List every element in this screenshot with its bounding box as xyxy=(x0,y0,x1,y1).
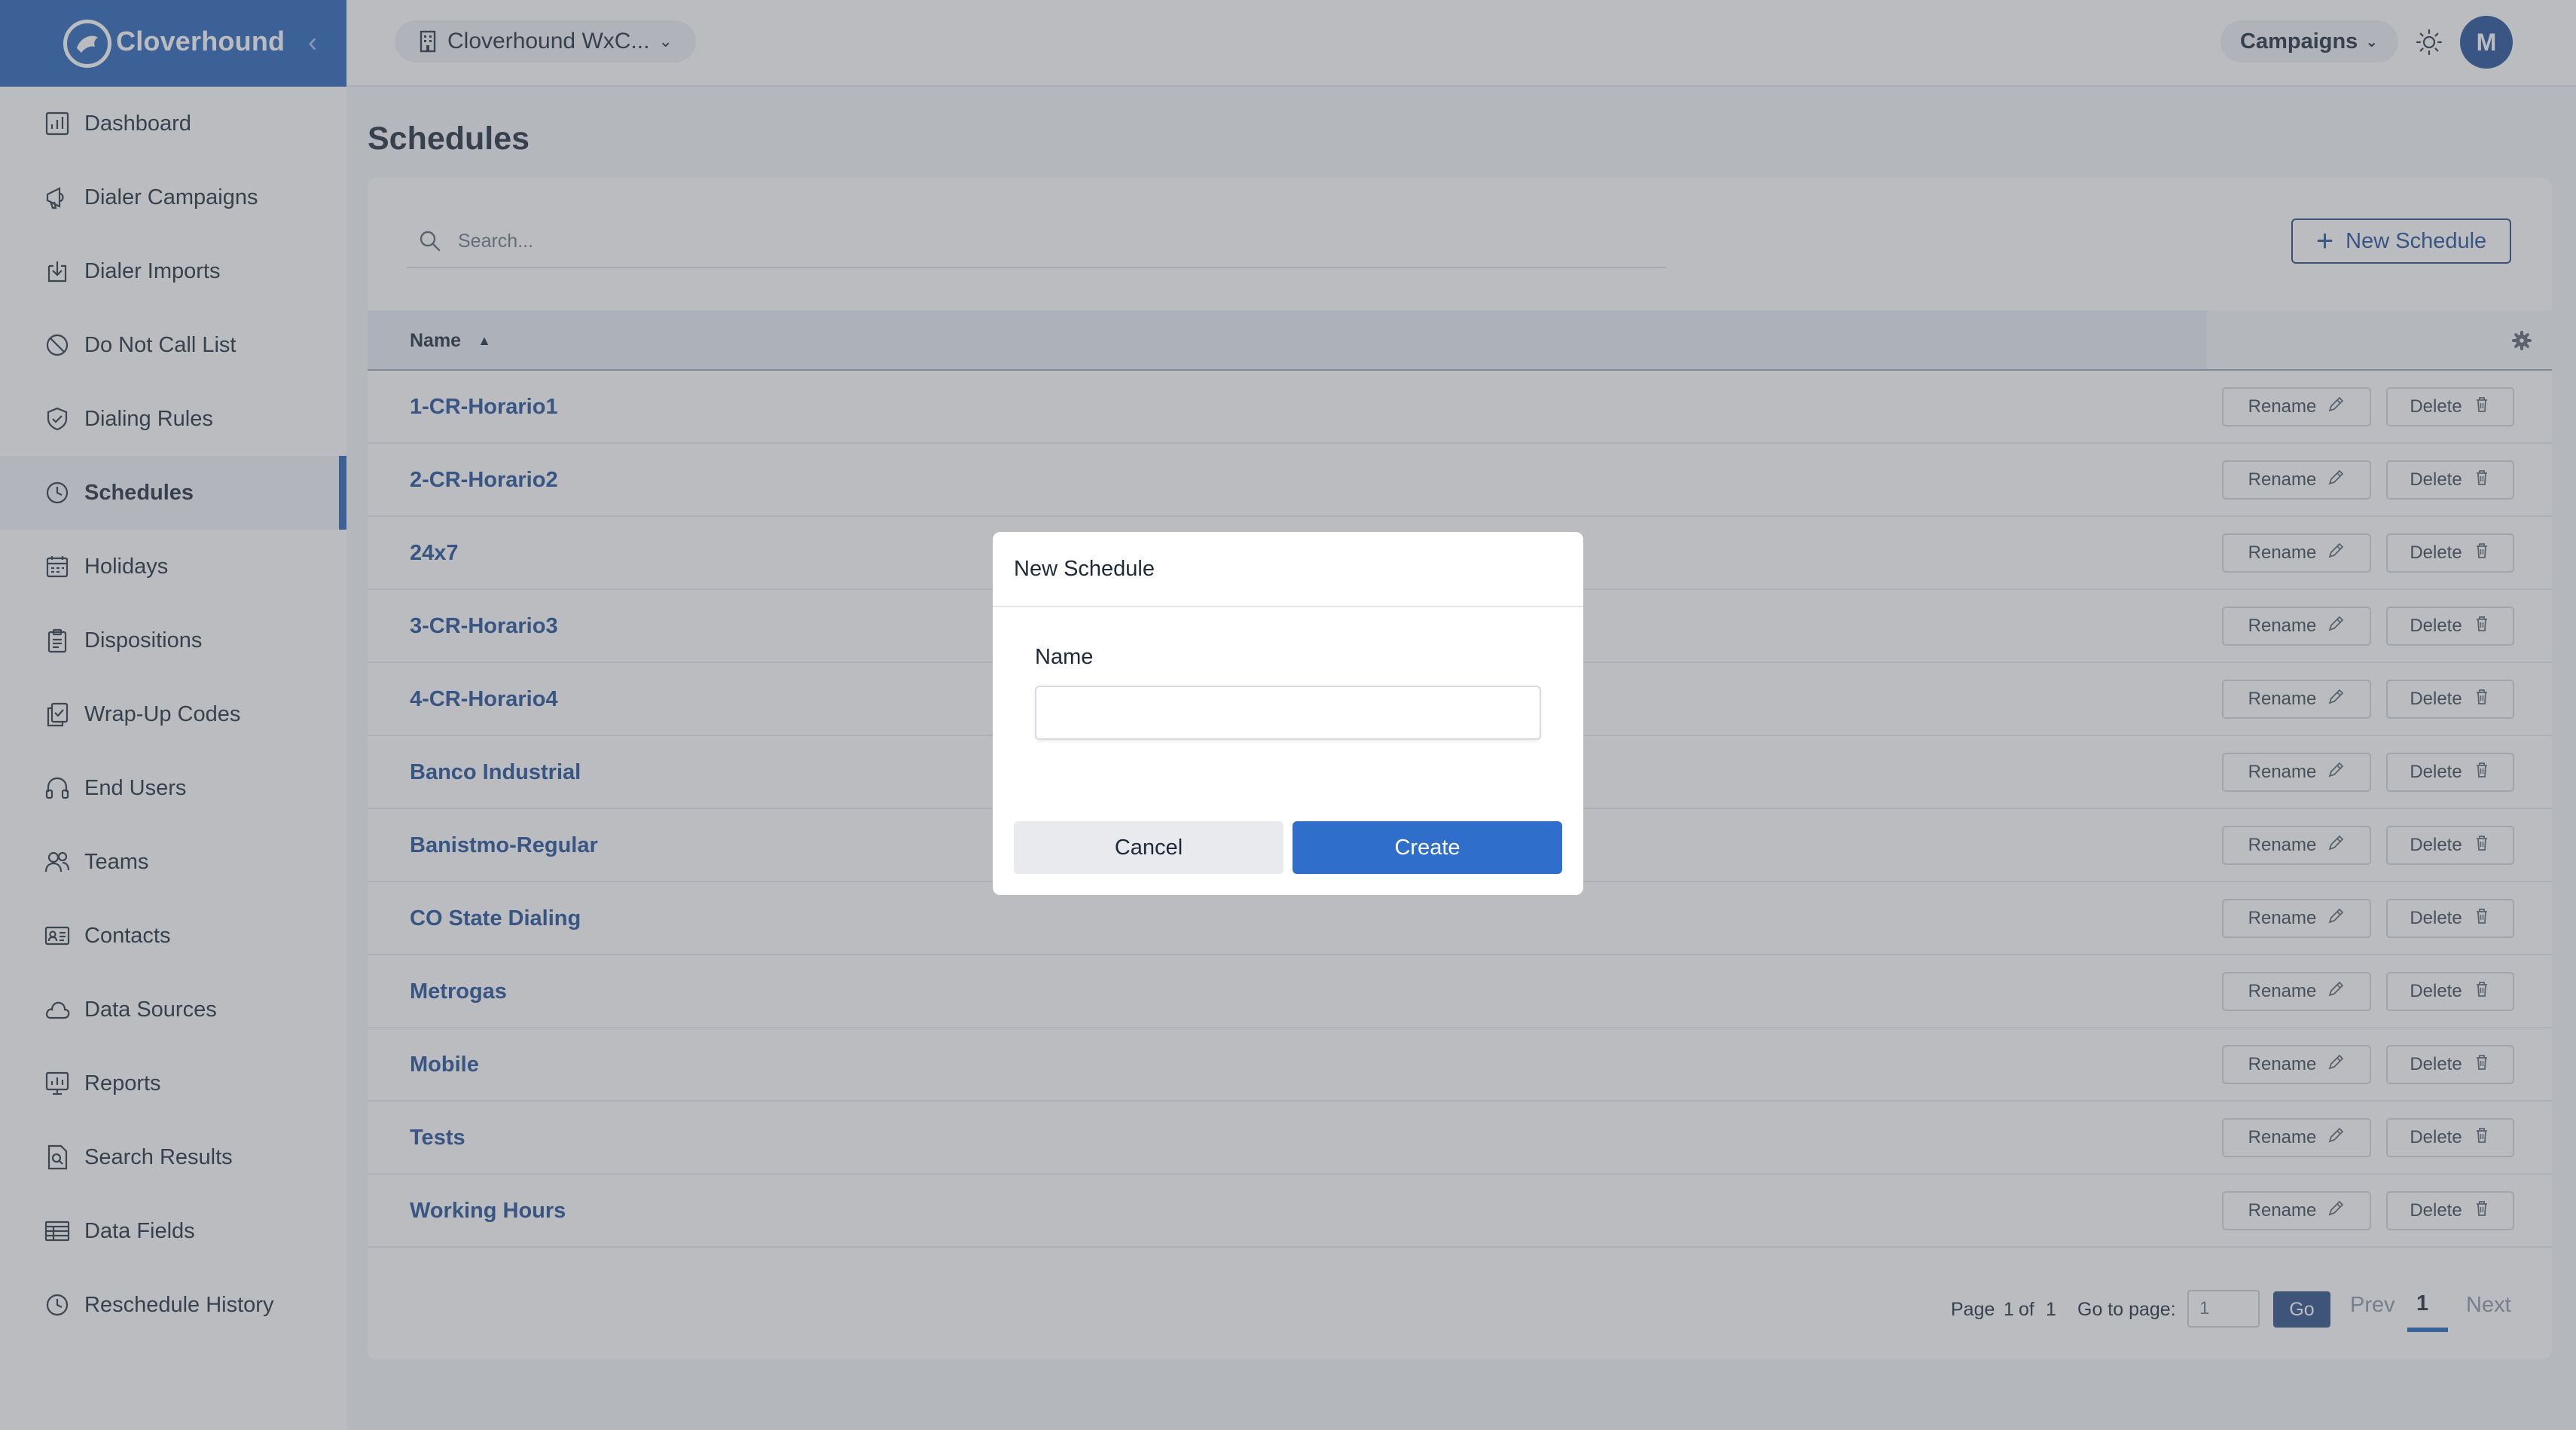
new-schedule-dialog: New Schedule Name Cancel Create xyxy=(993,532,1583,895)
name-field[interactable] xyxy=(1035,686,1541,740)
dialog-title: New Schedule xyxy=(993,532,1583,607)
create-button[interactable]: Create xyxy=(1293,821,1562,874)
name-field-label: Name xyxy=(1035,645,1094,669)
cancel-button[interactable]: Cancel xyxy=(1014,821,1283,874)
